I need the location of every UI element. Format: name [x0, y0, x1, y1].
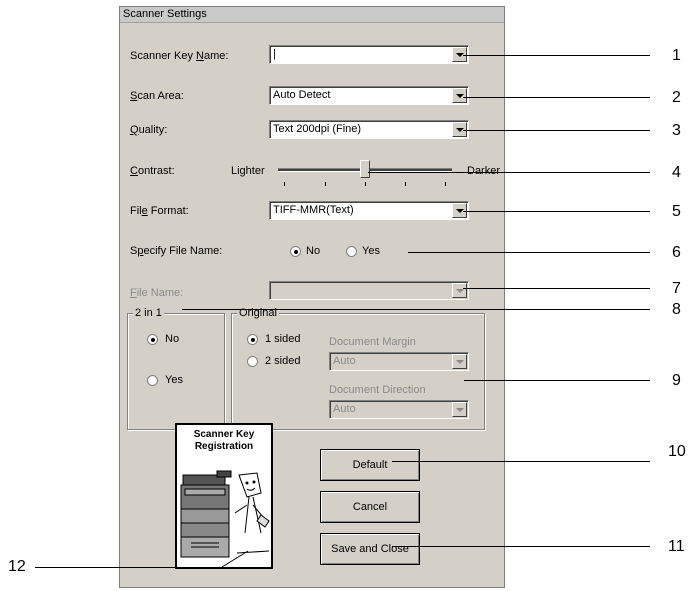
original-2-sided-radio[interactable]	[247, 356, 258, 367]
callout-number: 2	[672, 89, 681, 106]
callout-number: 7	[672, 280, 681, 297]
window-title: Scanner Settings	[120, 7, 504, 23]
contrast-darker-label: Darker	[467, 165, 501, 177]
chevron-down-icon	[452, 354, 467, 369]
callout-number: 5	[672, 203, 681, 220]
callout-line	[463, 97, 650, 98]
file-format-combo[interactable]: TIFF-MMR(Text)	[269, 201, 469, 220]
save-and-close-button[interactable]: Save and Close	[320, 533, 420, 565]
contrast-lighter-label: Lighter	[231, 165, 265, 177]
callout-line	[35, 567, 223, 568]
callout-number: 9	[672, 372, 681, 389]
document-margin-value: Auto	[333, 355, 356, 367]
scanner-key-name-label: Scanner Key Name:	[130, 50, 229, 62]
document-margin-label: Document Margin	[329, 336, 416, 348]
scanner-key-name-combo[interactable]: |	[269, 45, 469, 64]
default-button[interactable]: Default	[320, 449, 420, 481]
file-format-value: TIFF-MMR(Text)	[273, 204, 354, 216]
document-direction-label: Document Direction	[329, 384, 426, 396]
callout-line	[463, 211, 650, 212]
scan-area-label: Scan Area:	[130, 90, 184, 102]
slider-tick	[325, 182, 326, 186]
slider-tick	[284, 182, 285, 186]
callout-line	[392, 546, 650, 547]
specify-file-name-no-radio[interactable]	[290, 246, 301, 257]
callout-line	[368, 172, 650, 173]
callout-line	[463, 130, 650, 131]
specify-file-name-yes-label: Yes	[362, 245, 380, 257]
slider-tick	[445, 182, 446, 186]
two-in-one-no-label: No	[165, 333, 180, 345]
original-2-sided-label: 2 sided	[265, 355, 301, 367]
slider-tick	[365, 182, 366, 186]
callout-number: 8	[672, 301, 681, 318]
scan-area-value: Auto Detect	[273, 89, 331, 101]
callout-number: 10	[668, 443, 686, 460]
chevron-down-icon[interactable]	[452, 88, 467, 103]
callout-line	[408, 252, 650, 253]
chevron-down-icon	[452, 402, 467, 417]
callout-number: 1	[672, 47, 681, 64]
contrast-slider-thumb[interactable]	[360, 160, 370, 178]
document-direction-combo: Auto	[329, 400, 469, 419]
callout-line	[463, 288, 650, 289]
callout-number: 3	[672, 122, 681, 139]
specify-file-name-yes-radio[interactable]	[346, 246, 357, 257]
two-in-one-no-radio[interactable]	[147, 334, 158, 345]
cancel-button[interactable]: Cancel	[320, 491, 420, 523]
callout-number: 6	[672, 244, 681, 261]
two-in-one-yes-label: Yes	[165, 374, 183, 386]
two-in-one-yes-radio[interactable]	[147, 375, 158, 386]
file-name-combo	[269, 281, 469, 300]
slider-tick	[405, 182, 406, 186]
callout-leader-icon	[221, 550, 249, 568]
callout-number: 11	[668, 538, 685, 555]
contrast-label: Contrast:	[130, 165, 175, 177]
two-in-one-title: 2 in 1	[133, 307, 164, 319]
quality-value: Text 200dpi (Fine)	[273, 123, 362, 135]
callout-number: 12	[8, 558, 26, 575]
scanner-key-name-value: |	[273, 48, 276, 60]
callout-number: 4	[672, 164, 681, 181]
quality-label: Quality:	[130, 124, 168, 136]
callout-line	[464, 380, 650, 381]
quality-combo[interactable]: Text 200dpi (Fine)	[269, 120, 469, 139]
callout-line	[463, 55, 650, 56]
callout-line	[182, 309, 650, 310]
original-1-sided-radio[interactable]	[247, 334, 258, 345]
file-format-label: File Format:	[130, 205, 189, 217]
scan-area-combo[interactable]: Auto Detect	[269, 86, 469, 105]
two-in-one-group: 2 in 1	[127, 307, 225, 430]
chevron-down-icon	[452, 283, 467, 298]
file-name-label: File Name:	[130, 287, 184, 299]
registration-title: Scanner Key Registration	[193, 429, 255, 452]
document-direction-value: Auto	[333, 403, 356, 415]
specify-file-name-no-label: No	[306, 245, 321, 257]
callout-line	[392, 461, 650, 462]
specify-file-name-label: Specify File Name:	[130, 245, 223, 257]
document-margin-combo: Auto	[329, 352, 469, 371]
original-1-sided-label: 1 sided	[265, 333, 301, 345]
